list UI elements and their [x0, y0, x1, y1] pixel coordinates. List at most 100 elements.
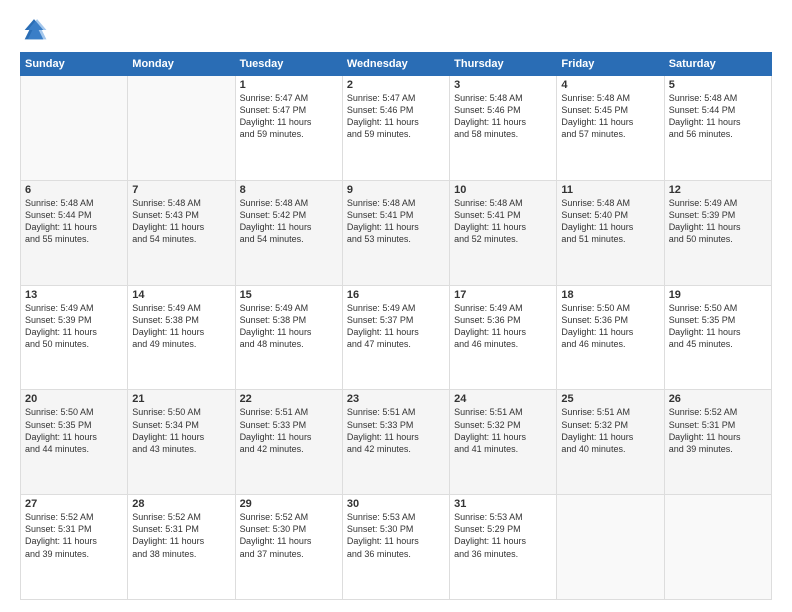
calendar-cell: 15Sunrise: 5:49 AM Sunset: 5:38 PM Dayli…	[235, 285, 342, 390]
day-number: 3	[454, 79, 552, 91]
day-number: 21	[132, 393, 230, 405]
calendar-cell: 14Sunrise: 5:49 AM Sunset: 5:38 PM Dayli…	[128, 285, 235, 390]
day-info: Sunrise: 5:48 AM Sunset: 5:41 PM Dayligh…	[347, 197, 445, 246]
day-number: 5	[669, 79, 767, 91]
weekday-header-thursday: Thursday	[450, 53, 557, 76]
calendar-cell: 31Sunrise: 5:53 AM Sunset: 5:29 PM Dayli…	[450, 495, 557, 600]
day-number: 23	[347, 393, 445, 405]
calendar-cell: 1Sunrise: 5:47 AM Sunset: 5:47 PM Daylig…	[235, 76, 342, 181]
calendar-cell: 4Sunrise: 5:48 AM Sunset: 5:45 PM Daylig…	[557, 76, 664, 181]
calendar-cell: 26Sunrise: 5:52 AM Sunset: 5:31 PM Dayli…	[664, 390, 771, 495]
day-number: 24	[454, 393, 552, 405]
calendar-cell: 9Sunrise: 5:48 AM Sunset: 5:41 PM Daylig…	[342, 180, 449, 285]
day-info: Sunrise: 5:50 AM Sunset: 5:36 PM Dayligh…	[561, 302, 659, 351]
weekday-header-wednesday: Wednesday	[342, 53, 449, 76]
calendar-cell	[21, 76, 128, 181]
calendar-cell: 6Sunrise: 5:48 AM Sunset: 5:44 PM Daylig…	[21, 180, 128, 285]
calendar-week-row: 20Sunrise: 5:50 AM Sunset: 5:35 PM Dayli…	[21, 390, 772, 495]
calendar-cell: 20Sunrise: 5:50 AM Sunset: 5:35 PM Dayli…	[21, 390, 128, 495]
calendar-cell: 2Sunrise: 5:47 AM Sunset: 5:46 PM Daylig…	[342, 76, 449, 181]
day-number: 17	[454, 289, 552, 301]
day-number: 19	[669, 289, 767, 301]
header	[20, 16, 772, 44]
calendar-cell	[664, 495, 771, 600]
weekday-header-monday: Monday	[128, 53, 235, 76]
calendar-cell	[128, 76, 235, 181]
calendar-cell: 13Sunrise: 5:49 AM Sunset: 5:39 PM Dayli…	[21, 285, 128, 390]
calendar-week-row: 27Sunrise: 5:52 AM Sunset: 5:31 PM Dayli…	[21, 495, 772, 600]
day-number: 8	[240, 184, 338, 196]
day-number: 10	[454, 184, 552, 196]
calendar-cell: 28Sunrise: 5:52 AM Sunset: 5:31 PM Dayli…	[128, 495, 235, 600]
day-info: Sunrise: 5:48 AM Sunset: 5:45 PM Dayligh…	[561, 92, 659, 141]
day-number: 31	[454, 498, 552, 510]
day-info: Sunrise: 5:47 AM Sunset: 5:47 PM Dayligh…	[240, 92, 338, 141]
calendar-week-row: 1Sunrise: 5:47 AM Sunset: 5:47 PM Daylig…	[21, 76, 772, 181]
day-info: Sunrise: 5:52 AM Sunset: 5:31 PM Dayligh…	[25, 511, 123, 560]
day-info: Sunrise: 5:48 AM Sunset: 5:42 PM Dayligh…	[240, 197, 338, 246]
weekday-header-sunday: Sunday	[21, 53, 128, 76]
day-info: Sunrise: 5:50 AM Sunset: 5:35 PM Dayligh…	[25, 406, 123, 455]
weekday-header-saturday: Saturday	[664, 53, 771, 76]
logo-icon	[20, 16, 48, 44]
day-number: 16	[347, 289, 445, 301]
calendar-cell	[557, 495, 664, 600]
calendar-cell: 3Sunrise: 5:48 AM Sunset: 5:46 PM Daylig…	[450, 76, 557, 181]
weekday-header-friday: Friday	[557, 53, 664, 76]
calendar-cell: 11Sunrise: 5:48 AM Sunset: 5:40 PM Dayli…	[557, 180, 664, 285]
day-number: 29	[240, 498, 338, 510]
day-number: 25	[561, 393, 659, 405]
calendar-header-row: SundayMondayTuesdayWednesdayThursdayFrid…	[21, 53, 772, 76]
calendar-cell: 10Sunrise: 5:48 AM Sunset: 5:41 PM Dayli…	[450, 180, 557, 285]
day-number: 12	[669, 184, 767, 196]
calendar-week-row: 6Sunrise: 5:48 AM Sunset: 5:44 PM Daylig…	[21, 180, 772, 285]
calendar-cell: 21Sunrise: 5:50 AM Sunset: 5:34 PM Dayli…	[128, 390, 235, 495]
day-info: Sunrise: 5:49 AM Sunset: 5:38 PM Dayligh…	[132, 302, 230, 351]
calendar-cell: 30Sunrise: 5:53 AM Sunset: 5:30 PM Dayli…	[342, 495, 449, 600]
day-number: 14	[132, 289, 230, 301]
day-info: Sunrise: 5:48 AM Sunset: 5:44 PM Dayligh…	[669, 92, 767, 141]
day-info: Sunrise: 5:48 AM Sunset: 5:46 PM Dayligh…	[454, 92, 552, 141]
calendar-cell: 23Sunrise: 5:51 AM Sunset: 5:33 PM Dayli…	[342, 390, 449, 495]
day-info: Sunrise: 5:52 AM Sunset: 5:31 PM Dayligh…	[669, 406, 767, 455]
day-info: Sunrise: 5:48 AM Sunset: 5:44 PM Dayligh…	[25, 197, 123, 246]
page: SundayMondayTuesdayWednesdayThursdayFrid…	[0, 0, 792, 612]
calendar-cell: 29Sunrise: 5:52 AM Sunset: 5:30 PM Dayli…	[235, 495, 342, 600]
day-number: 2	[347, 79, 445, 91]
day-number: 7	[132, 184, 230, 196]
calendar-week-row: 13Sunrise: 5:49 AM Sunset: 5:39 PM Dayli…	[21, 285, 772, 390]
day-info: Sunrise: 5:51 AM Sunset: 5:32 PM Dayligh…	[454, 406, 552, 455]
day-number: 18	[561, 289, 659, 301]
day-info: Sunrise: 5:53 AM Sunset: 5:29 PM Dayligh…	[454, 511, 552, 560]
day-info: Sunrise: 5:48 AM Sunset: 5:43 PM Dayligh…	[132, 197, 230, 246]
logo	[20, 16, 52, 44]
calendar-cell: 18Sunrise: 5:50 AM Sunset: 5:36 PM Dayli…	[557, 285, 664, 390]
day-number: 13	[25, 289, 123, 301]
day-info: Sunrise: 5:48 AM Sunset: 5:41 PM Dayligh…	[454, 197, 552, 246]
day-info: Sunrise: 5:47 AM Sunset: 5:46 PM Dayligh…	[347, 92, 445, 141]
day-info: Sunrise: 5:53 AM Sunset: 5:30 PM Dayligh…	[347, 511, 445, 560]
day-number: 30	[347, 498, 445, 510]
calendar-cell: 27Sunrise: 5:52 AM Sunset: 5:31 PM Dayli…	[21, 495, 128, 600]
day-info: Sunrise: 5:49 AM Sunset: 5:39 PM Dayligh…	[669, 197, 767, 246]
day-info: Sunrise: 5:49 AM Sunset: 5:36 PM Dayligh…	[454, 302, 552, 351]
day-info: Sunrise: 5:49 AM Sunset: 5:39 PM Dayligh…	[25, 302, 123, 351]
day-number: 28	[132, 498, 230, 510]
calendar-table: SundayMondayTuesdayWednesdayThursdayFrid…	[20, 52, 772, 600]
calendar-cell: 25Sunrise: 5:51 AM Sunset: 5:32 PM Dayli…	[557, 390, 664, 495]
calendar-cell: 8Sunrise: 5:48 AM Sunset: 5:42 PM Daylig…	[235, 180, 342, 285]
day-info: Sunrise: 5:52 AM Sunset: 5:31 PM Dayligh…	[132, 511, 230, 560]
calendar-cell: 17Sunrise: 5:49 AM Sunset: 5:36 PM Dayli…	[450, 285, 557, 390]
calendar-cell: 22Sunrise: 5:51 AM Sunset: 5:33 PM Dayli…	[235, 390, 342, 495]
day-number: 9	[347, 184, 445, 196]
day-info: Sunrise: 5:48 AM Sunset: 5:40 PM Dayligh…	[561, 197, 659, 246]
day-number: 26	[669, 393, 767, 405]
day-number: 22	[240, 393, 338, 405]
calendar-cell: 19Sunrise: 5:50 AM Sunset: 5:35 PM Dayli…	[664, 285, 771, 390]
day-info: Sunrise: 5:51 AM Sunset: 5:32 PM Dayligh…	[561, 406, 659, 455]
day-info: Sunrise: 5:51 AM Sunset: 5:33 PM Dayligh…	[240, 406, 338, 455]
day-number: 6	[25, 184, 123, 196]
day-number: 1	[240, 79, 338, 91]
day-info: Sunrise: 5:51 AM Sunset: 5:33 PM Dayligh…	[347, 406, 445, 455]
day-info: Sunrise: 5:49 AM Sunset: 5:38 PM Dayligh…	[240, 302, 338, 351]
